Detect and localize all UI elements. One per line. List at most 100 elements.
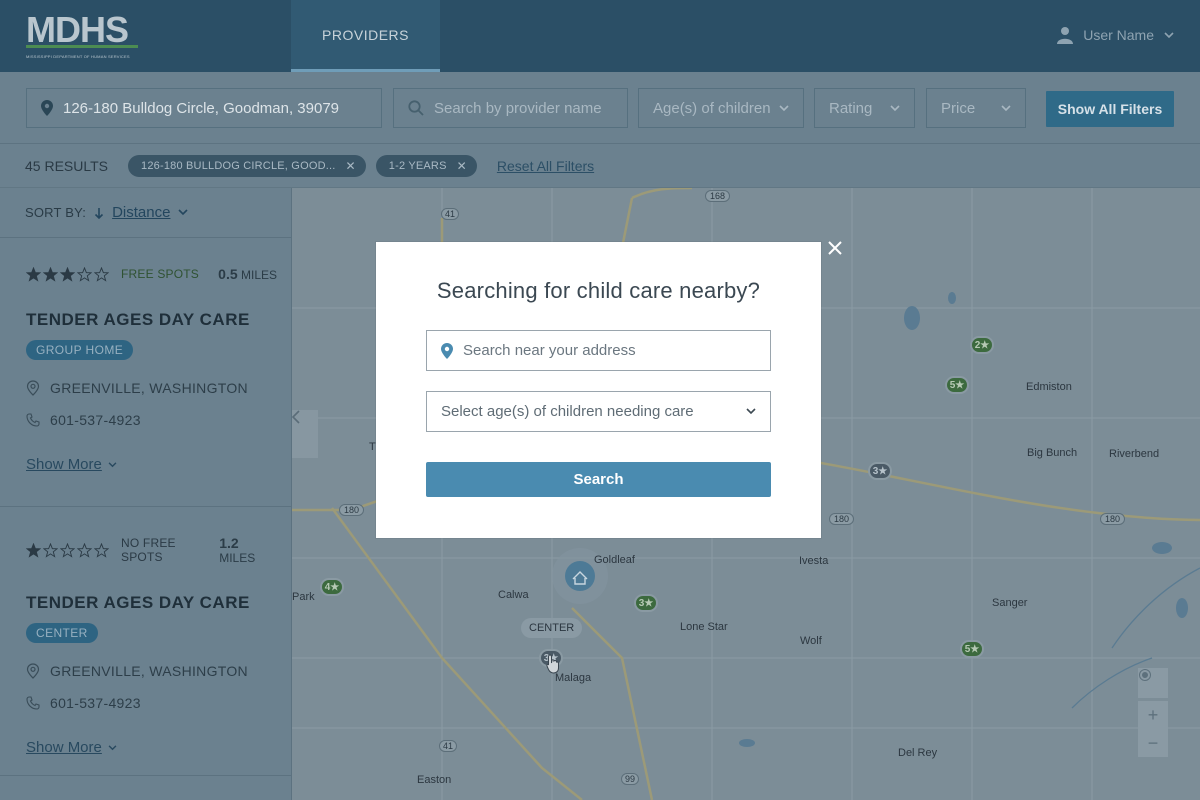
address-filter-input[interactable]: 126-180 Bulldog Circle, Goodman, 39079 [26, 88, 382, 128]
chip-remove-icon[interactable]: ✕ [457, 159, 467, 173]
star-rating [26, 542, 109, 558]
filter-chip-address[interactable]: 126-180 BULLDOG CIRCLE, GOOD... ✕ [128, 154, 366, 177]
filter-chip-label: 1-2 YEARS [388, 159, 447, 172]
collapse-list-button[interactable] [292, 410, 318, 458]
location-pin-icon [441, 342, 453, 359]
distance-value: 1.2 [219, 535, 239, 551]
star-filled-icon [60, 266, 75, 282]
map-place-label: Easton [417, 774, 452, 786]
provider-location: GREENVILLE, WASHINGTON [26, 380, 277, 396]
sort-select[interactable]: Distance [112, 204, 170, 221]
distance: 0.5 MILES [218, 266, 277, 282]
address-filter-value: 126-180 Bulldog Circle, Goodman, 39079 [63, 99, 340, 117]
mdhs-logo[interactable]: MDHS MISSISSIPPI DEPARTMENT OF HUMAN SER… [26, 12, 138, 62]
user-icon [1057, 27, 1074, 44]
map-place-label: Lone Star [680, 621, 728, 633]
nav-tab-providers[interactable]: PROVIDERS [291, 0, 440, 72]
provider-card[interactable]: FREE SPOTS 0.5 MILES TENDER AGES DAY CAR… [0, 238, 291, 507]
provider-name-placeholder: Search by provider name [434, 99, 602, 117]
location-text: GREENVILLE, WASHINGTON [50, 380, 248, 396]
provider-location: GREENVILLE, WASHINGTON [26, 663, 277, 679]
star-filled-icon [26, 266, 41, 282]
user-menu[interactable]: User Name [1057, 26, 1174, 44]
phone-text: 601-537-4923 [50, 695, 141, 711]
map-cluster-marker[interactable]: 3★ [634, 594, 658, 612]
age-select-placeholder: Select age(s) of children needing care [441, 403, 694, 420]
phone-icon [26, 413, 40, 427]
provider-name[interactable]: TENDER AGES DAY CARE [26, 593, 277, 613]
star-empty-icon [60, 542, 75, 558]
child-care-search-modal: Searching for child care nearby? Select … [376, 241, 842, 538]
chevron-down-icon [1164, 31, 1174, 38]
star-rating [26, 266, 109, 282]
distance-unit: MILES [219, 551, 256, 565]
route-shield: 168 [705, 190, 731, 202]
map-place-label: Big Bunch [1027, 447, 1078, 459]
locate-me-button[interactable] [1138, 668, 1168, 698]
zoom-out-button[interactable]: − [1138, 729, 1168, 757]
filter-chip-age[interactable]: 1-2 YEARS ✕ [375, 154, 477, 177]
address-search-input[interactable] [463, 342, 753, 359]
map-cluster-marker[interactable]: 5★ [945, 376, 969, 394]
provider-name-search-input[interactable]: Search by provider name [393, 88, 628, 128]
route-shield: 180 [829, 513, 855, 525]
location-pin-icon [41, 100, 53, 116]
provider-name[interactable]: TENDER AGES DAY CARE [26, 310, 277, 330]
map-cluster-marker[interactable]: 3★ [868, 462, 892, 480]
spots-status: FREE SPOTS [121, 267, 200, 281]
spots-status: NO FREE SPOTS [121, 536, 176, 564]
map-place-label: Edmiston [1026, 381, 1072, 393]
hand-cursor-icon [546, 654, 559, 674]
reset-all-filters-link[interactable]: Reset All Filters [497, 158, 594, 174]
map-cluster-marker[interactable]: 5★ [960, 640, 984, 658]
sort-bar: SORT BY: Distance [0, 188, 291, 238]
map-cluster-marker[interactable]: 2★ [970, 336, 994, 354]
logo-text: MDHS [26, 9, 129, 50]
results-bar: 45 RESULTS 126-180 BULLDOG CIRCLE, GOOD.… [0, 144, 1200, 188]
map-cluster-marker[interactable]: 4★ [320, 578, 344, 596]
map-place-label: Riverbend [1109, 448, 1160, 460]
provider-card-meta: FREE SPOTS 0.5 MILES [26, 266, 277, 282]
rating-filter-dropdown[interactable]: Rating [814, 88, 915, 128]
star-filled-icon [26, 542, 41, 558]
chip-remove-icon[interactable]: ✕ [346, 159, 356, 173]
distance-unit: MILES [240, 268, 277, 282]
provider-card-meta: NO FREE SPOTS 1.2 MILES [26, 535, 277, 565]
star-empty-icon [94, 542, 109, 558]
map-place-label: Malaga [555, 672, 592, 684]
location-pin-icon [26, 380, 40, 396]
route-shield: 99 [621, 773, 640, 785]
star-filled-icon [43, 266, 58, 282]
provider-type-badge: GROUP HOME [26, 340, 134, 360]
route-shield: 180 [339, 504, 365, 516]
show-all-filters-button[interactable]: Show All Filters [1046, 91, 1174, 127]
price-filter-dropdown[interactable]: Price [926, 88, 1026, 128]
zoom-in-button[interactable]: + [1138, 701, 1168, 729]
star-empty-icon [77, 266, 92, 282]
provider-card[interactable]: NO FREE SPOTS 1.2 MILES TENDER AGES DAY … [0, 507, 291, 776]
provider-phone: 601-537-4923 [26, 695, 277, 711]
phone-text: 601-537-4923 [50, 412, 141, 428]
route-shield: 180 [1100, 513, 1126, 525]
show-more-label: Show More [26, 456, 102, 473]
close-icon[interactable] [825, 238, 845, 258]
star-empty-icon [94, 266, 109, 282]
show-more-link[interactable]: Show More [26, 456, 277, 473]
chevron-down-icon [890, 104, 900, 111]
show-more-link[interactable]: Show More [26, 739, 277, 756]
chevron-down-icon [1001, 104, 1011, 111]
provider-phone: 601-537-4923 [26, 412, 277, 428]
age-select-dropdown[interactable]: Select age(s) of children needing care [426, 391, 771, 432]
chevron-down-icon[interactable] [178, 209, 189, 216]
age-filter-dropdown[interactable]: Age(s) of children [638, 88, 804, 128]
distance-value: 0.5 [218, 266, 238, 282]
map-place-label: Goldleaf [594, 554, 635, 566]
crosshair-icon [1139, 669, 1151, 681]
rating-filter-label: Rating [829, 99, 873, 117]
results-count: 45 RESULTS [25, 157, 108, 174]
modal-address-field[interactable] [426, 330, 771, 371]
chevron-left-icon [292, 410, 300, 424]
search-button[interactable]: Search [426, 462, 771, 497]
star-empty-icon [43, 542, 58, 558]
map-place-label: Calwa [498, 589, 529, 601]
